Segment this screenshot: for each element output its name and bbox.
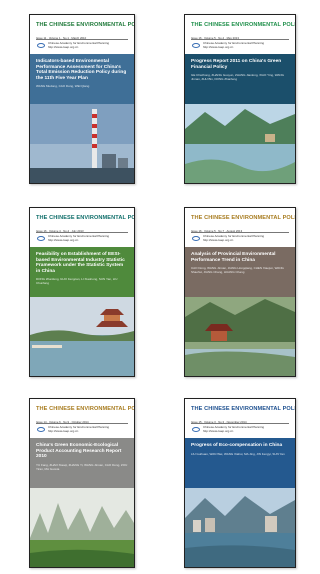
series-title: THE CHINESE ENVIRONMENTAL POLICY RESEARC… [36,22,134,28]
divider [36,423,128,424]
series-title: THE CHINESE ENVIRONMENTAL POLICY RESEARC… [191,406,295,412]
title-band: Indicators-based Environmental Performan… [30,54,134,104]
report-cover-1[interactable]: THE CHINESE ENVIRONMENTAL POLICY RESEARC… [29,14,135,184]
report-title: China's Green Economic-Ecological Produc… [36,443,122,460]
publisher-block: Chinese Academy for Environmental Planni… [203,234,264,242]
series-title: THE CHINESE ENVIRONMENTAL POLICY RESEARC… [191,215,295,221]
publisher-block: Chinese Academy for Environmental Planni… [203,41,264,49]
report-cover-5[interactable]: THE CHINESE ENVIRONMENTAL POLICY RESEARC… [29,398,135,568]
report-cover-3[interactable]: THE CHINESE ENVIRONMENTAL POLICY RESEARC… [29,207,135,377]
publisher-block: Chinese Academy for Environmental Planni… [203,425,264,433]
publisher-block: Chinese Academy for Environmental Planni… [48,41,109,49]
caep-logo-icon [192,236,200,241]
series-title: THE CHINESE ENVIRONMENTAL POLICY RESEARC… [36,406,134,412]
caep-logo-icon [192,427,200,432]
report-title: Analysis of Provincial Environmental Per… [191,252,276,263]
report-authors: WANG Mudong, CAO Dong, WEI Qiang [36,84,90,89]
title-band: Analysis of Provincial Environmental Per… [185,247,295,297]
caep-logo-icon [192,43,200,48]
title-band: Feasibility on Establishment of EESI-bas… [30,247,134,297]
report-title: Indicators-based Environmental Performan… [36,59,127,81]
caep-logo-icon [37,427,45,432]
report-authors: CAO Dong, WANG Jinnan, JIANG Hongqiang, … [191,266,284,274]
cover-photo-chimney [30,104,134,183]
title-band: Progress Report 2011 on China's Green Fi… [185,54,295,104]
publisher-url: http://www.caep.org.cn [203,237,234,242]
publisher-url: http://www.caep.org.cn [203,428,234,433]
publisher-url: http://www.caep.org.cn [203,44,234,49]
report-authors: YU Fang, ZHAO Xiaoqi, ZHANG Yi, WANG Jin… [36,462,128,471]
publisher-url: http://www.caep.org.cn [48,237,79,242]
divider [36,39,128,40]
report-title: Progress Report 2011 on China's Green Fi… [191,59,282,70]
divider [191,423,289,424]
report-cover-4[interactable]: THE CHINESE ENVIRONMENTAL POLICY RESEARC… [184,207,296,377]
series-title: THE CHINESE ENVIRONMENTAL POLICY RESEARC… [36,215,134,221]
report-cover-2[interactable]: THE CHINESE ENVIRONMENTAL POLICY RESEARC… [184,14,296,184]
report-authors: LIU Guihuan, WAN Wei, WANG Xiahui, MA Ji… [191,451,285,456]
publisher-url: http://www.caep.org.cn [48,428,79,433]
caep-logo-icon [37,236,45,241]
cover-photo-temple [185,297,295,376]
caep-logo-icon [37,43,45,48]
divider [191,232,289,233]
divider [36,232,128,233]
report-cover-6[interactable]: THE CHINESE ENVIRONMENTAL POLICY RESEARC… [184,398,296,568]
title-band: Progress of Eco-compensation in China LI… [185,438,295,488]
title-band: China's Green Economic-Ecological Produc… [30,438,134,488]
cover-photo-lake [185,104,295,183]
publisher-block: Chinese Academy for Environmental Planni… [48,234,109,242]
cover-photo-riverside-town [185,488,295,567]
series-title: THE CHINESE ENVIRONMENTAL POLICY RESEARC… [191,22,295,28]
report-authors: DONG Zhanfeng, GUO Fengcan, LI Xiaohong,… [36,277,118,286]
report-title: Progress of Eco-compensation in China [191,443,283,448]
divider [191,39,289,40]
report-authors: GE Chazhong, ZHANG Guoyun, ZHANG Jianlon… [191,73,284,81]
cover-photo-karst [30,488,134,567]
publisher-block: Chinese Academy for Environmental Planni… [48,425,109,433]
cover-photo-pavilion [30,297,134,376]
report-title: Feasibility on Establishment of EESI-bas… [36,252,125,274]
publisher-url: http://www.caep.org.cn [48,44,79,49]
